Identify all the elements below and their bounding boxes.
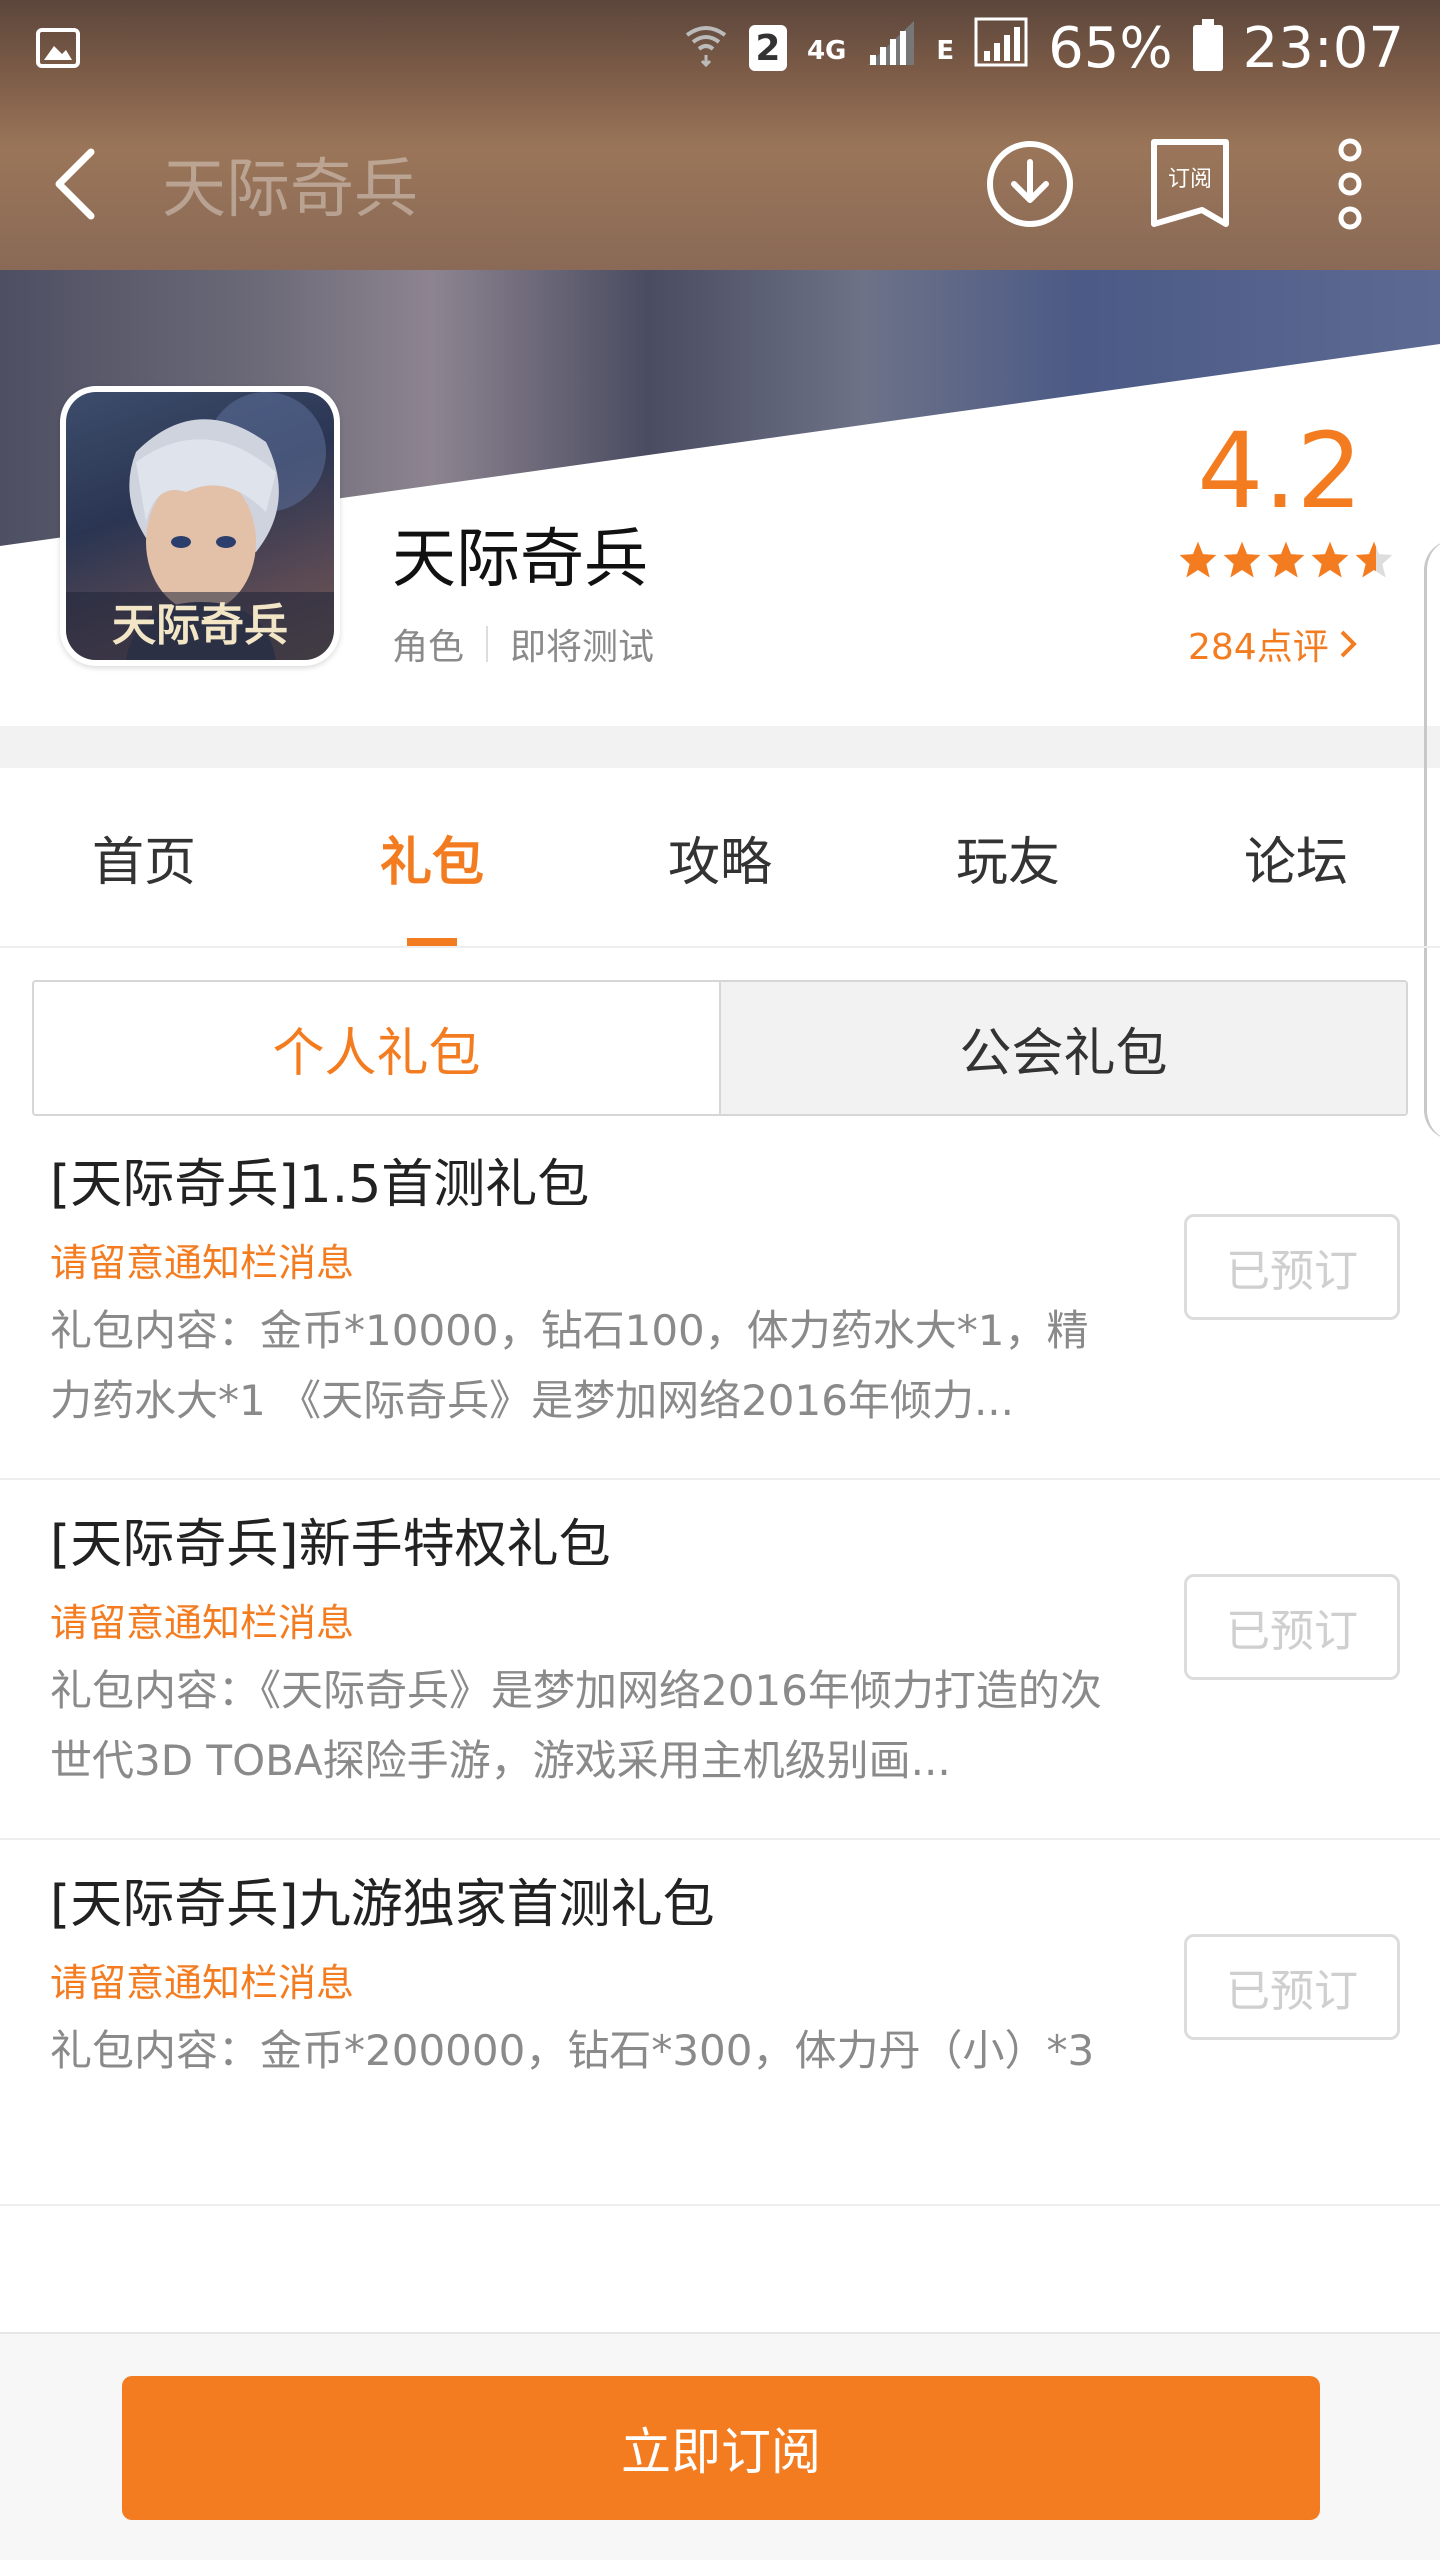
back-arrow-icon (55, 148, 95, 220)
reviews-count: 284点评 (1188, 627, 1329, 668)
download-button[interactable] (980, 134, 1080, 234)
tag-genre[interactable]: 角色 (392, 618, 464, 670)
gallery-notification-icon (36, 26, 80, 70)
segment-guild-gifts[interactable]: 公会礼包 (719, 982, 1406, 1114)
tab-guides[interactable]: 攻略 (576, 768, 864, 946)
subscribe-icon-label: 订阅 (1168, 167, 1212, 192)
gift-type-segment: 个人礼包 公会礼包 (32, 980, 1408, 1116)
tab-friends[interactable]: 玩友 (864, 768, 1152, 946)
bottom-bar: 立即订阅 (0, 2332, 1440, 2560)
bookmark-subscribe-icon: 订阅 (1151, 139, 1229, 227)
signal-2-icon (974, 16, 1028, 81)
chevron-right-icon (1340, 630, 1357, 658)
star-icon (1311, 541, 1349, 578)
half-star-icon (1355, 541, 1393, 578)
status-bar: 2 4G E 65% 23:07 (0, 0, 1440, 96)
battery-percent: 65% (1048, 15, 1173, 81)
tab-home[interactable]: 首页 (0, 768, 288, 946)
section-divider (0, 726, 1440, 768)
rating-stars (1178, 540, 1394, 580)
wifi-calling-icon (683, 16, 729, 81)
gift-title: [天际奇兵]新手特权礼包 (50, 1515, 611, 1575)
tab-forum[interactable]: 论坛 (1152, 768, 1440, 946)
download-icon (987, 141, 1073, 227)
reserved-button[interactable]: 已预订 (1184, 1214, 1400, 1320)
gift-notice: 请留意通知栏消息 (50, 1601, 355, 1645)
gift-title: [天际奇兵]九游独家首测礼包 (50, 1875, 715, 1935)
reserved-button[interactable]: 已预订 (1184, 1934, 1400, 2040)
gift-content: 礼包内容：金币*10000，钻石100，体力药水大*1，精力药水大*1 《天际奇… (50, 1306, 1089, 1425)
app-tags: 角色 即将测试 (392, 618, 654, 670)
reviews-link[interactable]: 284点评 (1188, 618, 1357, 670)
gift-notice: 请留意通知栏消息 (50, 1961, 355, 2005)
gift-content: 礼包内容：《天际奇兵》是梦加网络2016年倾力打造的次世代3D TOBA探险手游… (50, 1666, 1102, 1785)
app-bar-title: 天际奇兵 (162, 153, 418, 227)
network-e-label: E (936, 35, 955, 66)
reserved-button[interactable]: 已预订 (1184, 1574, 1400, 1680)
gift-content: 礼包内容：金币*200000，钻石*300，体力丹（小）*3 (50, 2026, 1095, 2075)
tag-status: 即将测试 (510, 627, 655, 668)
app-icon: 天际奇兵 (60, 386, 340, 666)
back-button[interactable] (40, 139, 110, 229)
network-4g-label: 4G (806, 35, 847, 66)
list-item[interactable]: [天际奇兵]新手特权礼包 请留意通知栏消息 礼包内容：《天际奇兵》是梦加网络20… (0, 1480, 1440, 1840)
more-menu-button[interactable] (1300, 134, 1400, 234)
gift-list: [天际奇兵]1.5首测礼包 请留意通知栏消息 礼包内容：金币*10000，钻石1… (0, 1120, 1440, 2206)
signal-icon (866, 16, 916, 81)
segment-personal-gifts[interactable]: 个人礼包 (34, 982, 719, 1114)
gift-title: [天际奇兵]1.5首测礼包 (50, 1155, 590, 1215)
tab-gifts[interactable]: 礼包 (288, 768, 576, 946)
app-bar: 天际奇兵 订阅 (0, 96, 1440, 272)
star-icon (1179, 541, 1217, 578)
clock: 23:07 (1242, 15, 1404, 81)
tab-bar: 首页 礼包 攻略 玩友 论坛 (0, 768, 1440, 948)
battery-icon (1192, 19, 1223, 71)
list-item[interactable]: [天际奇兵]九游独家首测礼包 请留意通知栏消息 礼包内容：金币*200000，钻… (0, 1840, 1440, 2206)
list-item[interactable]: [天际奇兵]1.5首测礼包 请留意通知栏消息 礼包内容：金币*10000，钻石1… (0, 1120, 1440, 1480)
subscribe-icon-button[interactable]: 订阅 (1140, 134, 1240, 234)
sim2-badge: 2 (748, 25, 787, 71)
app-name: 天际奇兵 (392, 523, 648, 597)
rating-score: 4.2 (1197, 410, 1363, 532)
svg-text:天际奇兵: 天际奇兵 (112, 600, 288, 651)
subscribe-now-button[interactable]: 立即订阅 (122, 2376, 1320, 2520)
star-icon (1267, 541, 1305, 578)
gift-notice: 请留意通知栏消息 (50, 1241, 355, 1285)
star-icon (1223, 541, 1261, 578)
more-vertical-icon (1338, 138, 1362, 230)
